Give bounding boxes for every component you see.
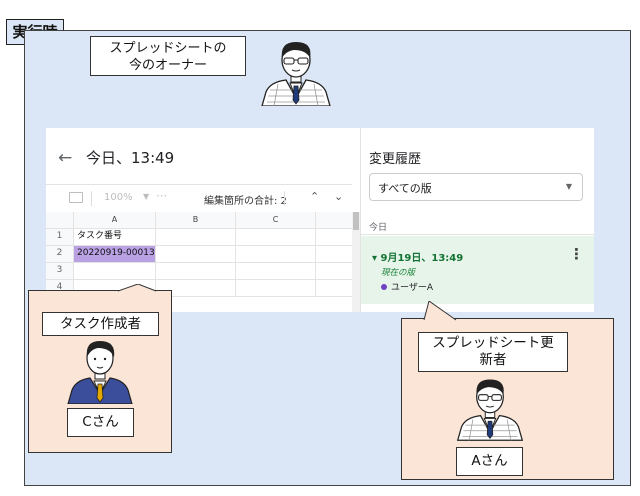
version-date: ▾ 9月19日、13:49 [372, 253, 464, 264]
toolbar-divider [284, 191, 285, 206]
updater-person-icon [456, 379, 524, 441]
creator-label: タスク作成者 [42, 312, 159, 336]
version-history-panel: 変更履歴 すべての版 ▼ 今日 ▾ 9月19日、13:49 現在の版 ユーザーA… [360, 128, 594, 312]
scrollbar-thumb[interactable] [353, 212, 359, 230]
version-editor-name: ユーザーA [391, 283, 433, 293]
user-color-dot [381, 284, 387, 290]
cell-c3[interactable] [236, 263, 316, 279]
callout-pointer [423, 301, 457, 321]
toolbar-divider [91, 191, 92, 206]
more-horiz-icon[interactable]: ⋯ [156, 189, 167, 202]
cell-a3[interactable] [74, 263, 156, 279]
owner-person-icon [261, 42, 331, 106]
c-name-label: Cさん [67, 408, 134, 437]
caret-down-icon: ▼ [143, 192, 150, 201]
zoom-select[interactable]: 100% [104, 192, 133, 203]
cell-c4[interactable] [236, 280, 316, 296]
owner-label-line2: 今のオーナー [128, 58, 207, 73]
table-row: 3 [46, 263, 352, 280]
callout-pointer [118, 284, 157, 292]
cell-a1[interactable]: タスク番号 [74, 229, 156, 245]
history-title: 変更履歴 [369, 152, 422, 167]
cell-b2[interactable] [156, 246, 236, 262]
cell-d1[interactable] [316, 229, 352, 245]
vertical-scrollbar[interactable] [352, 212, 360, 312]
creator-person-icon [67, 341, 133, 404]
updater-label-line1: スプレッドシート更 [432, 335, 554, 351]
cell-d3[interactable] [316, 263, 352, 279]
sheet-toolbar: 100% ▼ ⋯ 編集箇所の合計: 2 ⌃ ⌄ [46, 184, 352, 213]
table-row: 2 20220919-00013 [46, 246, 352, 263]
owner-label-line1: スプレッドシートの [109, 41, 227, 56]
column-header-b[interactable]: B [156, 212, 236, 228]
divider [361, 234, 594, 235]
chevron-down-icon[interactable]: ⌄ [334, 190, 343, 203]
cell-d4[interactable] [316, 280, 352, 296]
cell-c1[interactable] [236, 229, 316, 245]
sheet-header: ← 今日、13:49 [46, 128, 352, 184]
updater-label-line2: 新者 [479, 352, 507, 368]
cell-a2[interactable]: 20220919-00013 [74, 246, 156, 262]
cell-c2[interactable] [236, 246, 316, 262]
corner-cell [46, 212, 74, 228]
caret-down-icon: ▼ [565, 182, 572, 191]
chevron-up-icon[interactable]: ⌃ [310, 190, 319, 203]
print-icon[interactable] [69, 192, 83, 203]
back-arrow-icon[interactable]: ← [58, 148, 72, 168]
version-editor: ユーザーA [381, 280, 433, 293]
column-header-a[interactable]: A [74, 212, 156, 228]
column-header-d [316, 212, 352, 228]
current-version-label: 現在の版 [381, 268, 416, 278]
version-filter-value: すべての版 [378, 182, 432, 195]
cell-b1[interactable] [156, 229, 236, 245]
column-header-c[interactable]: C [236, 212, 316, 228]
version-item[interactable]: ▾ 9月19日、13:49 現在の版 ユーザーA ⋮ [361, 236, 594, 304]
more-vert-icon[interactable]: ⋮ [569, 245, 584, 263]
sheet-title: 今日、13:49 [86, 149, 175, 167]
row-number: 1 [46, 229, 74, 245]
a-name-label: Aさん [456, 447, 523, 476]
row-number: 3 [46, 263, 74, 279]
version-filter-select[interactable]: すべての版 ▼ [369, 173, 583, 201]
table-row: 1 タスク番号 [46, 229, 352, 246]
cell-b3[interactable] [156, 263, 236, 279]
column-header-row: A B C [46, 212, 352, 229]
owner-label: スプレッドシートの 今のオーナー [90, 36, 246, 76]
updater-label: スプレッドシート更 新者 [418, 332, 568, 372]
edit-total: 編集箇所の合計: 2 [204, 196, 287, 207]
cell-d2[interactable] [316, 246, 352, 262]
version-date-text: 9月19日、13:49 [380, 253, 464, 264]
row-number: 2 [46, 246, 74, 262]
date-group-label: 今日 [369, 223, 388, 233]
sheet-grid: A B C 1 タスク番号 2 20220919-00013 3 4 [46, 212, 352, 297]
